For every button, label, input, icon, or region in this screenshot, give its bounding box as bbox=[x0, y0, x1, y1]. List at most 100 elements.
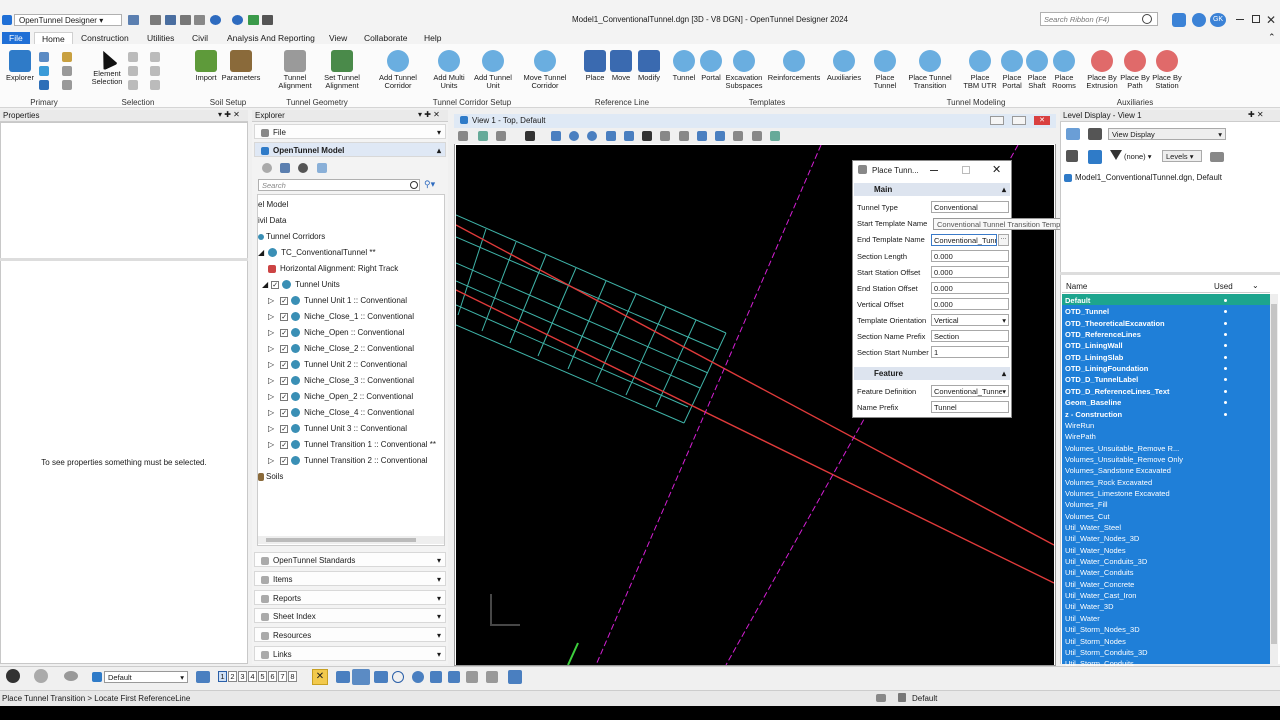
section-length-field[interactable]: 0.000 bbox=[931, 250, 1009, 262]
level-row[interactable]: Volumes_Unsuitable_Remove Only bbox=[1065, 454, 1183, 465]
element-attributes-icon[interactable] bbox=[64, 671, 78, 681]
explorer-section-items[interactable]: Items ▾ bbox=[254, 571, 446, 586]
explorer-button[interactable]: Explorer bbox=[4, 46, 36, 82]
tab-utilities[interactable]: Utilities bbox=[140, 32, 181, 44]
template-orientation-select[interactable]: Vertical ▾ bbox=[931, 314, 1009, 326]
tab-construction[interactable]: Construction bbox=[74, 32, 136, 44]
copy-view-icon[interactable] bbox=[696, 131, 707, 141]
tree-item-horizontal-alignment[interactable]: Horizontal Alignment: Right Track bbox=[268, 262, 398, 276]
ribbon-collapse-icon[interactable]: ⌃ bbox=[1268, 32, 1276, 43]
end-template-browse-button[interactable]: … bbox=[998, 234, 1009, 246]
explorer-section-links[interactable]: Links ▾ bbox=[254, 646, 446, 661]
pin-icon[interactable] bbox=[248, 15, 259, 25]
tree-item-niche-close-4[interactable]: ▷ ✓ Niche_Close_4 :: Conventional bbox=[268, 406, 414, 420]
tree-item-tunnel-units[interactable]: ◢ ✓ Tunnel Units bbox=[262, 278, 340, 292]
save-icon[interactable] bbox=[165, 15, 176, 25]
tree-checkbox[interactable]: ✓ bbox=[280, 456, 289, 465]
lock-icon[interactable] bbox=[898, 693, 906, 702]
level-row[interactable]: OTD_ReferenceLines bbox=[1065, 329, 1141, 340]
place-shaft-button[interactable]: Place Shaft bbox=[1024, 46, 1050, 90]
level-settings-icon[interactable] bbox=[1210, 152, 1224, 162]
select-options-icon[interactable] bbox=[128, 66, 138, 76]
level-row[interactable]: Volumes_Unsuitable_Remove R... bbox=[1065, 443, 1179, 454]
tree-item-tunnel-unit-2[interactable]: ▷ ✓ Tunnel Unit 2 :: Conventional bbox=[268, 358, 407, 372]
tree-checkbox[interactable]: ✓ bbox=[280, 424, 289, 433]
place-by-extrusion-button[interactable]: Place By Extrusion bbox=[1084, 46, 1120, 90]
level-icon[interactable] bbox=[62, 52, 72, 62]
feature-definition-select[interactable]: Conventional_Tunne ▾ bbox=[931, 385, 1009, 397]
level-filter-select[interactable]: (none) ▾ bbox=[1124, 152, 1152, 161]
level-row[interactable]: OTD_D_TunnelLabel bbox=[1065, 374, 1138, 385]
dialog-close-button[interactable]: ✕ bbox=[992, 163, 1001, 176]
portal-template-button[interactable]: Portal bbox=[698, 46, 724, 82]
rotate-view-icon[interactable] bbox=[623, 131, 634, 141]
panel-pin-icon[interactable]: ▾ ✚ ✕ bbox=[218, 110, 240, 119]
explorer-section-sheet-index[interactable]: Sheet Index ▾ bbox=[254, 608, 446, 623]
tab-collaborate[interactable]: Collaborate bbox=[357, 32, 414, 44]
group-icon[interactable] bbox=[150, 66, 160, 76]
view-display-select[interactable]: View Display ▾ bbox=[1108, 128, 1226, 140]
excavation-subspaces-button[interactable]: Excavation Subspaces bbox=[722, 46, 766, 90]
view-number-button[interactable]: 4 bbox=[248, 671, 257, 682]
fit-view-icon[interactable] bbox=[605, 131, 616, 141]
nearest-snap-icon[interactable] bbox=[374, 671, 388, 683]
tree-checkbox[interactable]: ✓ bbox=[280, 344, 289, 353]
view-rotate-icon[interactable] bbox=[524, 131, 535, 141]
expand-arrow-icon[interactable]: ▷ bbox=[268, 296, 274, 305]
arrow-icon[interactable] bbox=[262, 15, 273, 25]
set-tunnel-alignment-button[interactable]: Set Tunnel Alignment bbox=[320, 46, 364, 90]
add-tunnel-unit-button[interactable]: Add Tunnel Unit bbox=[470, 46, 516, 90]
tree-item-tunnel-unit-3[interactable]: ▷ ✓ Tunnel Unit 3 :: Conventional bbox=[268, 422, 407, 436]
forward-icon[interactable] bbox=[34, 669, 48, 683]
level-row[interactable]: Volumes_Rock Excavated bbox=[1065, 477, 1152, 488]
selection-mode-icon[interactable] bbox=[128, 80, 138, 90]
selection-filter-icon[interactable] bbox=[150, 80, 160, 90]
expand-arrow-icon[interactable]: ▷ bbox=[268, 360, 274, 369]
ribbon-search-input[interactable]: Search Ribbon (F4) bbox=[1040, 12, 1158, 26]
expand-arrow-icon[interactable]: ▷ bbox=[268, 312, 274, 321]
level-row[interactable]: Geom_Baseline bbox=[1065, 397, 1121, 408]
section-start-number-field[interactable]: 1 bbox=[931, 346, 1009, 358]
tree-checkbox[interactable]: ✓ bbox=[280, 328, 289, 337]
end-station-offset-field[interactable]: 0.000 bbox=[931, 282, 1009, 294]
place-tbm-utr-button[interactable]: Place TBM UTR bbox=[962, 46, 998, 90]
expand-arrow-icon[interactable]: ▷ bbox=[268, 408, 274, 417]
user-avatar[interactable]: GK bbox=[1210, 13, 1226, 27]
place-tunnel-transition-button[interactable]: Place Tunnel Transition bbox=[898, 46, 962, 90]
level-row[interactable]: Util_Water bbox=[1065, 613, 1100, 624]
camera-icon[interactable] bbox=[733, 131, 744, 141]
expand-arrow-icon[interactable]: ▷ bbox=[268, 456, 274, 465]
tree-checkbox[interactable]: ✓ bbox=[280, 360, 289, 369]
tree-checkbox[interactable]: ✓ bbox=[280, 312, 289, 321]
intersection-snap-icon[interactable] bbox=[448, 671, 460, 683]
place-by-station-button[interactable]: Place By Station bbox=[1150, 46, 1184, 90]
level-list-scrollbar[interactable] bbox=[1270, 294, 1278, 664]
explorer-search-input[interactable]: Search bbox=[258, 179, 420, 191]
tree-checkbox[interactable]: ✓ bbox=[280, 392, 289, 401]
level-row[interactable]: Volumes_Fill bbox=[1065, 499, 1108, 510]
tree-item-niche-open[interactable]: ▷ ✓ Niche_Open :: Conventional bbox=[268, 326, 404, 340]
open-file-icon[interactable] bbox=[150, 15, 161, 25]
vertical-offset-field[interactable]: 0.000 bbox=[931, 298, 1009, 310]
view-groups-icon[interactable] bbox=[1066, 128, 1080, 140]
level-row[interactable]: Util_Water_3D bbox=[1065, 601, 1114, 612]
explorer-horizontal-scrollbar[interactable] bbox=[258, 536, 444, 544]
tree-checkbox[interactable]: ✓ bbox=[280, 408, 289, 417]
view-number-button[interactable]: 1 bbox=[218, 671, 227, 682]
view-previous-icon[interactable] bbox=[660, 131, 671, 141]
window-minimize-button[interactable] bbox=[1236, 19, 1244, 20]
view-number-button[interactable]: 3 bbox=[238, 671, 247, 682]
filter-items-icon[interactable] bbox=[316, 163, 327, 173]
view-number-button[interactable]: 8 bbox=[288, 671, 297, 682]
level-row[interactable]: Util_Water_Conduits bbox=[1065, 567, 1134, 578]
auxiliaries-template-button[interactable]: Auxiliaries bbox=[824, 46, 864, 82]
name-prefix-field[interactable]: Tunnel bbox=[931, 401, 1009, 413]
view-next-icon[interactable] bbox=[678, 131, 689, 141]
pan-view-icon[interactable] bbox=[642, 131, 653, 141]
message-center-icon[interactable] bbox=[876, 694, 886, 702]
place-portal-button[interactable]: Place Portal bbox=[998, 46, 1026, 90]
level-row[interactable]: OTD_Tunnel bbox=[1065, 306, 1109, 317]
expand-chevron-icon[interactable]: ◢ bbox=[258, 248, 264, 257]
dialog-section-feature[interactable]: Feature ▴ bbox=[854, 367, 1010, 380]
import-button[interactable]: Import bbox=[192, 46, 220, 82]
